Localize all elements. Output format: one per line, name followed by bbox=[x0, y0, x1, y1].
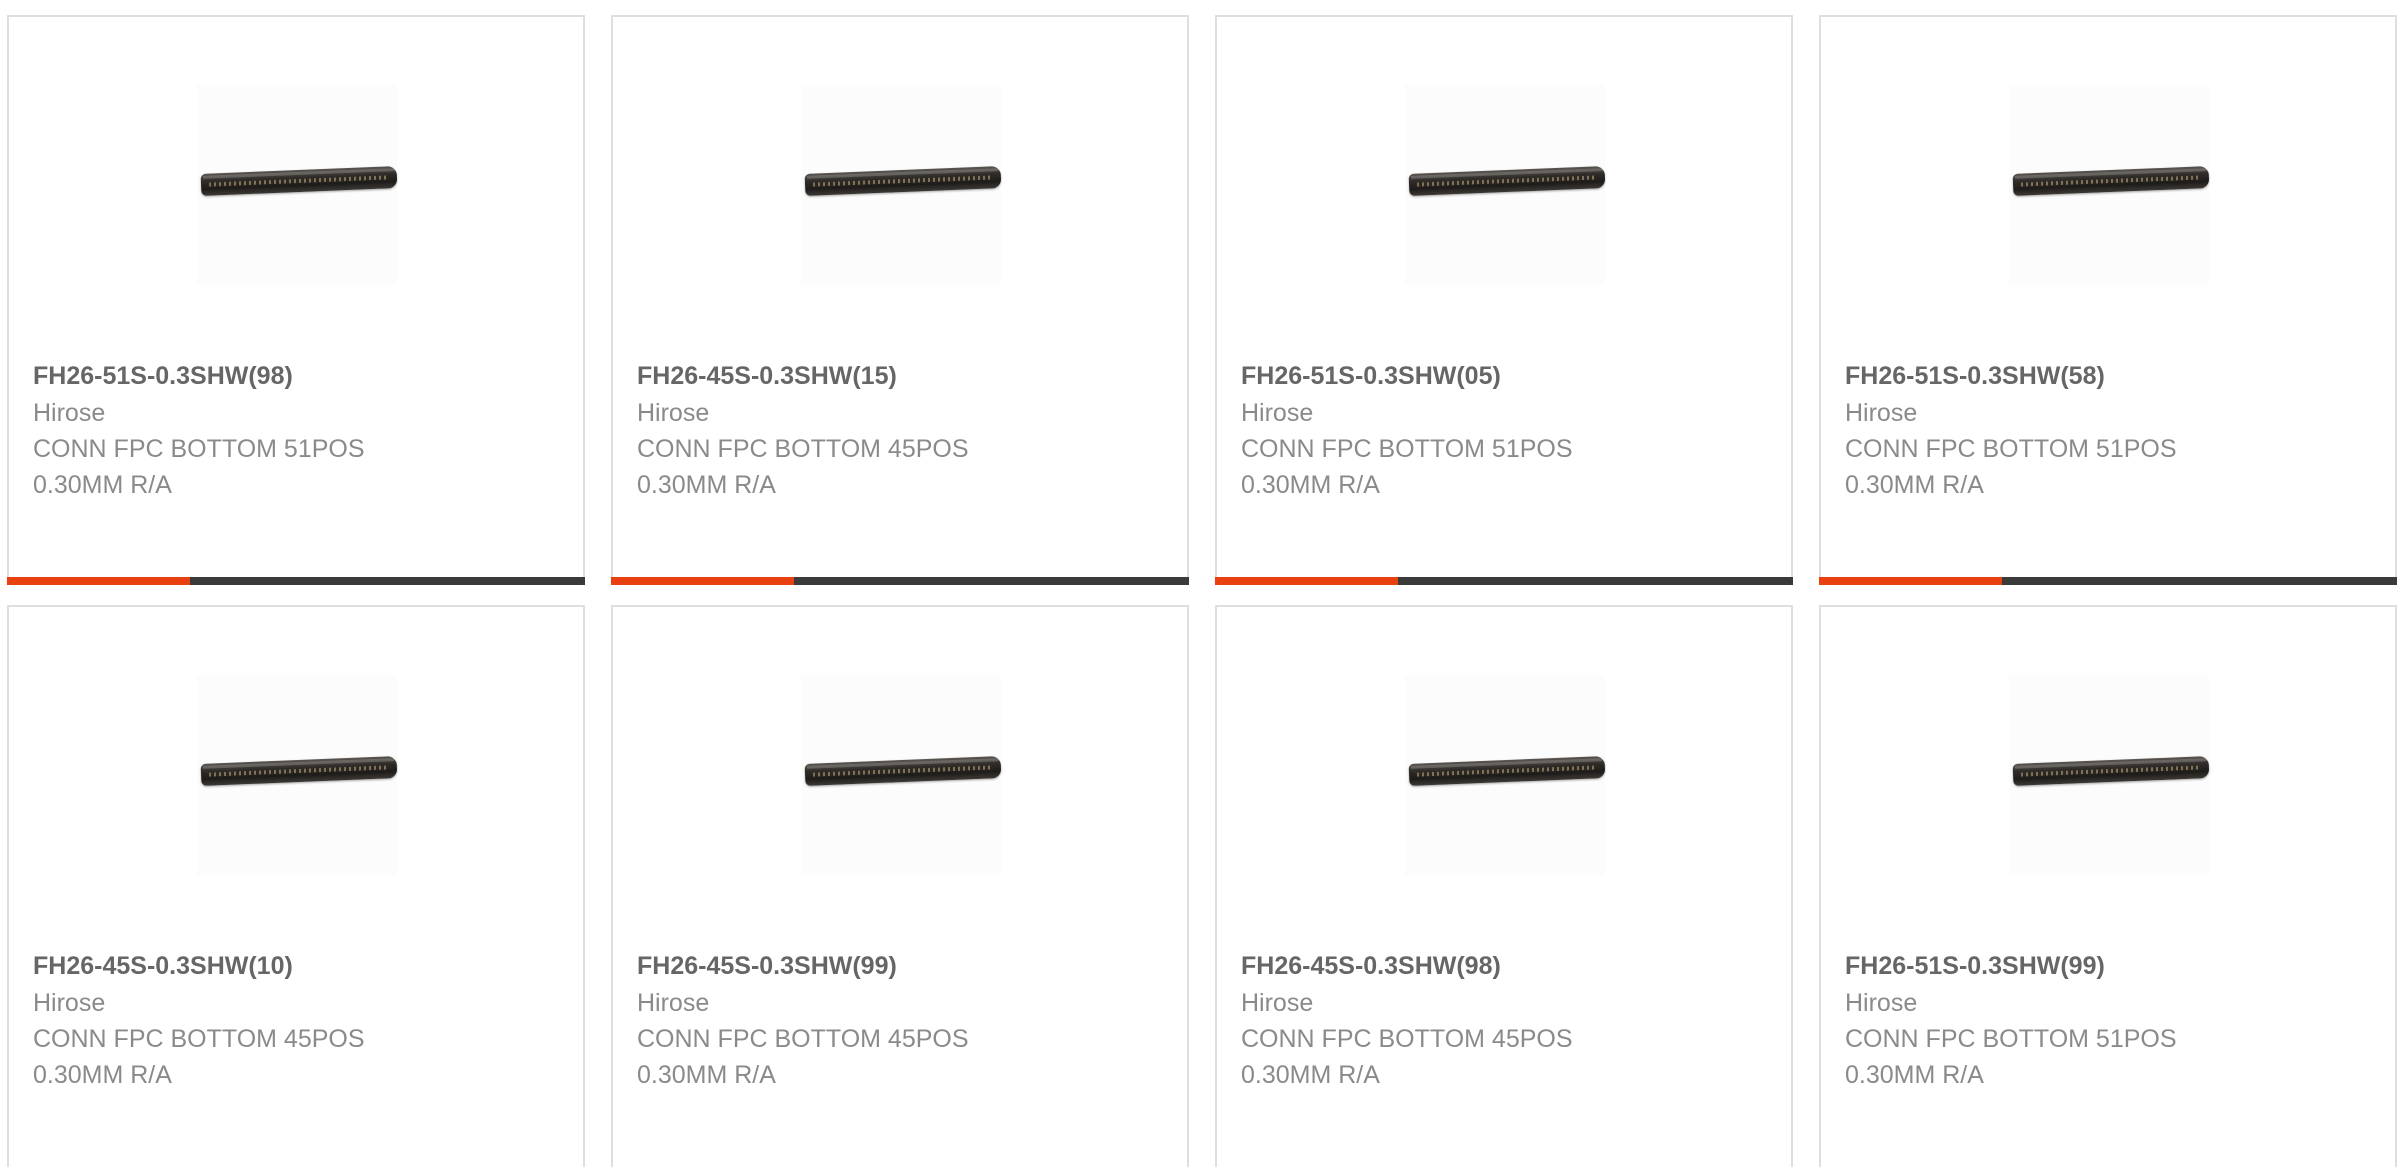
card-accent-bar bbox=[611, 577, 1189, 585]
fpc-connector-image bbox=[200, 166, 398, 196]
fpc-connector-image bbox=[804, 756, 1002, 786]
card-accent-bar-highlight bbox=[1819, 577, 2002, 585]
product-card[interactable]: FH26-45S-0.3SHW(99) Hirose CONN FPC BOTT… bbox=[611, 605, 1189, 1167]
card-accent-bar bbox=[7, 577, 585, 585]
product-image[interactable] bbox=[1405, 85, 1606, 285]
manufacturer: Hirose bbox=[33, 399, 106, 427]
part-number[interactable]: FH26-51S-0.3SHW(99) bbox=[1845, 947, 2385, 985]
product-info: FH26-51S-0.3SHW(98) Hirose CONN FPC BOTT… bbox=[33, 357, 573, 503]
product-info: FH26-51S-0.3SHW(58) Hirose CONN FPC BOTT… bbox=[1845, 357, 2385, 503]
product-card[interactable]: FH26-51S-0.3SHW(98) Hirose CONN FPC BOTT… bbox=[7, 15, 585, 585]
product-description: CONN FPC BOTTOM 51POS 0.30MM R/A bbox=[1241, 435, 1573, 499]
card-accent-bar bbox=[1215, 577, 1793, 585]
part-number[interactable]: FH26-51S-0.3SHW(05) bbox=[1241, 357, 1781, 395]
product-description: CONN FPC BOTTOM 51POS 0.30MM R/A bbox=[1845, 1025, 2177, 1089]
product-description: CONN FPC BOTTOM 45POS 0.30MM R/A bbox=[637, 1025, 969, 1089]
product-description: CONN FPC BOTTOM 45POS 0.30MM R/A bbox=[1241, 1025, 1573, 1089]
product-card[interactable]: FH26-51S-0.3SHW(99) Hirose CONN FPC BOTT… bbox=[1819, 605, 2397, 1167]
part-number[interactable]: FH26-45S-0.3SHW(15) bbox=[637, 357, 1177, 395]
product-image[interactable] bbox=[801, 675, 1002, 875]
product-card[interactable]: FH26-45S-0.3SHW(98) Hirose CONN FPC BOTT… bbox=[1215, 605, 1793, 1167]
part-number[interactable]: FH26-51S-0.3SHW(58) bbox=[1845, 357, 2385, 395]
fpc-connector-image bbox=[2012, 756, 2210, 786]
part-number[interactable]: FH26-45S-0.3SHW(98) bbox=[1241, 947, 1781, 985]
product-grid: FH26-51S-0.3SHW(98) Hirose CONN FPC BOTT… bbox=[0, 0, 2400, 1167]
product-card[interactable]: FH26-45S-0.3SHW(15) Hirose CONN FPC BOTT… bbox=[611, 15, 1189, 585]
product-card[interactable]: FH26-45S-0.3SHW(10) Hirose CONN FPC BOTT… bbox=[7, 605, 585, 1167]
fpc-connector-image bbox=[1408, 166, 1606, 196]
product-image[interactable] bbox=[2009, 85, 2210, 285]
card-accent-bar-highlight bbox=[1215, 577, 1398, 585]
manufacturer: Hirose bbox=[1845, 399, 1918, 427]
product-image[interactable] bbox=[1405, 675, 1606, 875]
fpc-connector-image bbox=[804, 166, 1002, 196]
fpc-connector-image bbox=[1408, 756, 1606, 786]
product-info: FH26-45S-0.3SHW(98) Hirose CONN FPC BOTT… bbox=[1241, 947, 1781, 1093]
product-description: CONN FPC BOTTOM 51POS 0.30MM R/A bbox=[1845, 435, 2177, 499]
manufacturer: Hirose bbox=[1241, 989, 1314, 1017]
card-accent-bar bbox=[1819, 577, 2397, 585]
card-accent-bar-highlight bbox=[7, 577, 190, 585]
card-accent-bar-highlight bbox=[611, 577, 794, 585]
product-image[interactable] bbox=[197, 85, 398, 285]
manufacturer: Hirose bbox=[1241, 399, 1314, 427]
product-image[interactable] bbox=[2009, 675, 2210, 875]
product-info: FH26-51S-0.3SHW(99) Hirose CONN FPC BOTT… bbox=[1845, 947, 2385, 1093]
product-card[interactable]: FH26-51S-0.3SHW(05) Hirose CONN FPC BOTT… bbox=[1215, 15, 1793, 585]
product-info: FH26-45S-0.3SHW(15) Hirose CONN FPC BOTT… bbox=[637, 357, 1177, 503]
product-info: FH26-45S-0.3SHW(10) Hirose CONN FPC BOTT… bbox=[33, 947, 573, 1093]
manufacturer: Hirose bbox=[1845, 989, 1918, 1017]
manufacturer: Hirose bbox=[637, 989, 710, 1017]
product-image[interactable] bbox=[197, 675, 398, 875]
product-description: CONN FPC BOTTOM 45POS 0.30MM R/A bbox=[637, 435, 969, 499]
fpc-connector-image bbox=[200, 756, 398, 786]
fpc-connector-image bbox=[2012, 166, 2210, 196]
product-image[interactable] bbox=[801, 85, 1002, 285]
part-number[interactable]: FH26-45S-0.3SHW(10) bbox=[33, 947, 573, 985]
manufacturer: Hirose bbox=[637, 399, 710, 427]
product-description: CONN FPC BOTTOM 45POS 0.30MM R/A bbox=[33, 1025, 365, 1089]
part-number[interactable]: FH26-45S-0.3SHW(99) bbox=[637, 947, 1177, 985]
product-info: FH26-45S-0.3SHW(99) Hirose CONN FPC BOTT… bbox=[637, 947, 1177, 1093]
manufacturer: Hirose bbox=[33, 989, 106, 1017]
part-number[interactable]: FH26-51S-0.3SHW(98) bbox=[33, 357, 573, 395]
product-card[interactable]: FH26-51S-0.3SHW(58) Hirose CONN FPC BOTT… bbox=[1819, 15, 2397, 585]
product-description: CONN FPC BOTTOM 51POS 0.30MM R/A bbox=[33, 435, 365, 499]
product-info: FH26-51S-0.3SHW(05) Hirose CONN FPC BOTT… bbox=[1241, 357, 1781, 503]
